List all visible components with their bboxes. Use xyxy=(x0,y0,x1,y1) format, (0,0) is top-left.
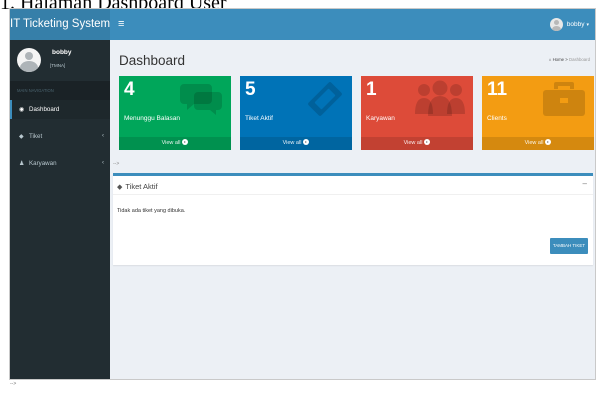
view-all-link[interactable]: View all xyxy=(240,137,352,150)
chevron-left-icon: ‹ xyxy=(102,133,104,139)
view-all-label: View all xyxy=(161,140,181,146)
user-menu-name: bobby xyxy=(566,21,585,28)
breadcrumb-current: Dashboard xyxy=(568,57,590,62)
view-all-link[interactable]: View all xyxy=(482,137,594,150)
view-all-link[interactable]: View all xyxy=(119,137,231,150)
user-avatar-icon xyxy=(549,18,563,31)
sidebar-item-karyawan[interactable]: ♟ Karyawan ‹ xyxy=(10,154,110,173)
stat-label: Clients xyxy=(487,115,507,122)
users-icon: ♟ xyxy=(19,161,25,167)
tag-icon: ◆ xyxy=(117,184,123,191)
stat-value: 5 xyxy=(245,79,256,100)
panel-divider xyxy=(113,194,593,195)
comments-icon xyxy=(180,84,222,115)
stat-label: Menunggu Balasan xyxy=(124,115,181,122)
ticket-icon: ◆ xyxy=(19,134,24,140)
app-window: IT Ticketing System ≡ bobby ▾ bobby [TMN… xyxy=(9,8,596,380)
sidebar-toggle[interactable]: ≡ xyxy=(118,9,124,40)
sidebar-item-label: Karyawan xyxy=(29,160,57,167)
tiket-aktif-panel: ◆ Tiket Aktif – Tidak ada tiket yang dibu… xyxy=(113,173,593,265)
briefcase-icon xyxy=(543,82,585,116)
add-ticket-button[interactable]: TAMBAH TIKET xyxy=(550,238,588,254)
view-all-label: View all xyxy=(524,140,544,146)
stat-label: Karyawan xyxy=(366,115,395,122)
caret-down-icon: ▾ xyxy=(586,21,589,28)
app-logo[interactable]: IT Ticketing System xyxy=(10,9,110,40)
breadcrumb-separator: > xyxy=(565,57,568,62)
footer-stray-text: --> xyxy=(10,381,17,387)
panel-title-text: Tiket Aktif xyxy=(125,182,158,191)
home-icon: ⌂ xyxy=(548,57,552,62)
top-navbar: IT Ticketing System ≡ bobby ▾ xyxy=(10,9,595,40)
collapse-button[interactable]: – xyxy=(583,179,587,188)
arrow-circle-right-icon xyxy=(545,139,552,145)
stray-comment-text: --> xyxy=(113,161,120,167)
arrow-circle-right-icon xyxy=(303,139,310,145)
sidebar-item-label: Tiket xyxy=(29,133,43,140)
stat-box-karyawan: 1 Karyawan View all xyxy=(361,76,473,150)
sidebar-item-tiket[interactable]: ◆ Tiket ‹ xyxy=(10,127,110,146)
stat-value: 4 xyxy=(124,79,135,100)
page-title: Dashboard xyxy=(119,53,186,68)
view-all-label: View all xyxy=(282,140,302,146)
screenshot-stage: 1. Halaman Dashboard User IT Ticketing S… xyxy=(0,0,603,394)
arrow-circle-right-icon xyxy=(182,139,189,145)
sidebar-user-name: bobby xyxy=(52,49,72,56)
chevron-left-icon: ‹ xyxy=(102,160,104,166)
hamburger-icon: ≡ xyxy=(118,18,125,30)
avatar xyxy=(17,48,41,72)
dashboard-icon: ◉ xyxy=(19,107,25,113)
view-all-label: View all xyxy=(403,140,423,146)
breadcrumb: ⌂ Home > Dashboard xyxy=(549,57,590,62)
sidebar-item-dashboard[interactable]: ◉ Dashboard xyxy=(10,100,110,119)
stat-box-menunggu-balasan: 4 Menunggu Balasan View all xyxy=(119,76,231,150)
user-menu[interactable]: bobby ▾ xyxy=(549,16,589,33)
stat-box-tiket-aktif: 5 Tiket Aktif View all xyxy=(240,76,352,150)
stat-value: 11 xyxy=(487,79,508,100)
stat-value: 1 xyxy=(366,79,377,100)
sidebar-user-panel: bobby [TMNA] xyxy=(10,40,110,81)
arrow-circle-right-icon xyxy=(424,139,431,145)
stat-box-clients: 11 Clients View all xyxy=(482,76,594,150)
ticket-icon xyxy=(308,82,342,116)
breadcrumb-home[interactable]: Home xyxy=(553,57,564,62)
nav-header: MAIN NAVIGATION xyxy=(10,81,110,100)
sidebar-item-label: Dashboard xyxy=(29,106,60,113)
users-icon xyxy=(415,80,465,116)
sidebar-user-role: [TMNA] xyxy=(50,63,66,68)
empty-message: Tidak ada tiket yang dibuka. xyxy=(117,208,186,214)
view-all-link[interactable]: View all xyxy=(361,137,473,150)
sidebar: bobby [TMNA] MAIN NAVIGATION ◉ Dashboard … xyxy=(10,40,110,379)
stat-label: Tiket Aktif xyxy=(245,115,273,122)
content-area: Dashboard ⌂ Home > Dashboard 4 Menunggu … xyxy=(110,40,595,379)
panel-title: ◆ Tiket Aktif xyxy=(117,182,158,191)
